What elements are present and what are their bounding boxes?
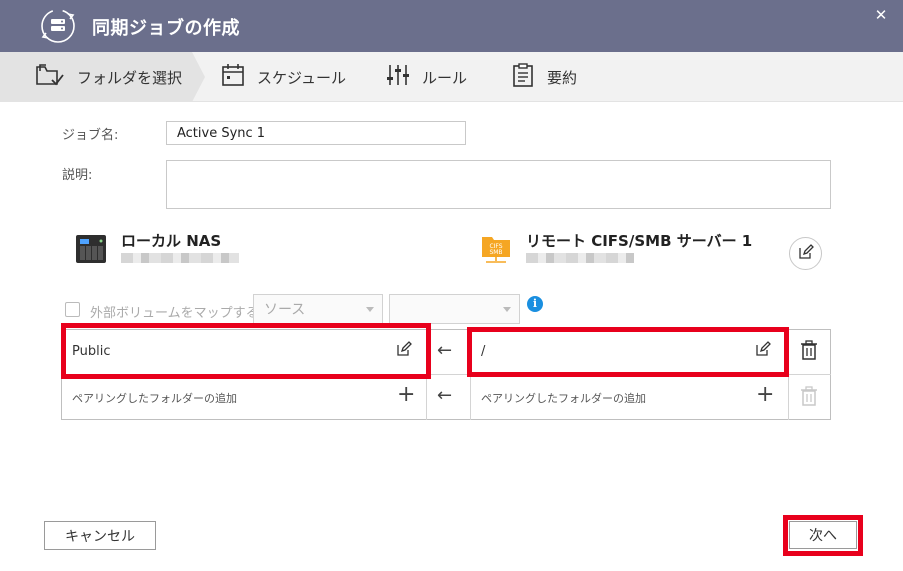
cancel-button[interactable]: キャンセル — [44, 521, 156, 550]
target-select[interactable] — [389, 294, 520, 324]
close-button[interactable]: ✕ — [872, 6, 890, 24]
source-select[interactable]: ソース — [253, 294, 383, 324]
step-bar: フォルダを選択 スケジュール ルール 要約 — [0, 52, 903, 102]
delete-pair-button-disabled — [800, 386, 818, 410]
highlight-next-button — [783, 515, 863, 556]
smb-badge-text: SMB — [489, 249, 502, 256]
delete-pair-button[interactable] — [800, 340, 818, 364]
description-field[interactable] — [166, 160, 831, 209]
sync-logo-icon — [40, 8, 76, 44]
step-label: 要約 — [547, 68, 578, 87]
description-label: 説明: — [62, 168, 93, 183]
step-label: フォルダを選択 — [77, 68, 183, 87]
local-nas-title: ローカル NAS — [121, 232, 222, 250]
sliders-icon — [386, 63, 422, 91]
folder-check-icon — [35, 62, 77, 92]
trash-icon — [800, 340, 818, 364]
add-remote-folder-button[interactable]: + — [756, 384, 774, 406]
remote-server-address-redacted — [526, 253, 634, 263]
sync-direction-arrow-icon: ← — [437, 340, 453, 361]
nas-device-icon — [75, 234, 107, 268]
step-label: ルール — [422, 68, 468, 87]
step-select-folder[interactable]: フォルダを選択 — [35, 52, 182, 102]
highlight-remote-folder — [467, 327, 789, 377]
sync-direction-arrow-icon: ← — [437, 385, 453, 406]
dialog-title: 同期ジョブの作成 — [92, 18, 240, 39]
map-volume-checkbox[interactable] — [65, 302, 80, 317]
remote-server-title: リモート CIFS/SMB サーバー 1 — [526, 232, 753, 250]
highlight-local-folder — [61, 323, 431, 379]
source-select-value: ソース — [264, 302, 306, 318]
step-label: スケジュール — [257, 68, 346, 87]
chevron-down-icon — [503, 307, 511, 312]
job-name-field[interactable]: Active Sync 1 — [166, 121, 466, 145]
edit-icon — [798, 243, 814, 264]
chevron-down-icon — [366, 307, 374, 312]
step-schedule[interactable]: スケジュール — [221, 52, 346, 102]
step-summary[interactable]: 要約 — [511, 52, 577, 102]
calendar-icon — [221, 63, 257, 91]
title-bar: 同期ジョブの作成 ✕ — [0, 0, 903, 52]
edit-remote-button[interactable] — [789, 237, 822, 270]
local-nas-address-redacted — [121, 253, 239, 263]
add-local-folder-label: ペアリングしたフォルダーの追加 — [72, 392, 237, 405]
map-volume-label: 外部ボリュームをマップする — [90, 306, 259, 321]
cifs-smb-folder-icon: CIFS SMB — [480, 233, 512, 269]
step-rules[interactable]: ルール — [386, 52, 467, 102]
job-name-label: ジョブ名: — [62, 128, 119, 143]
clipboard-icon — [511, 63, 547, 91]
add-remote-folder-label: ペアリングしたフォルダーの追加 — [481, 392, 646, 405]
trash-icon — [800, 386, 818, 410]
add-local-folder-button[interactable]: + — [397, 384, 415, 406]
info-icon[interactable]: i — [527, 296, 543, 312]
